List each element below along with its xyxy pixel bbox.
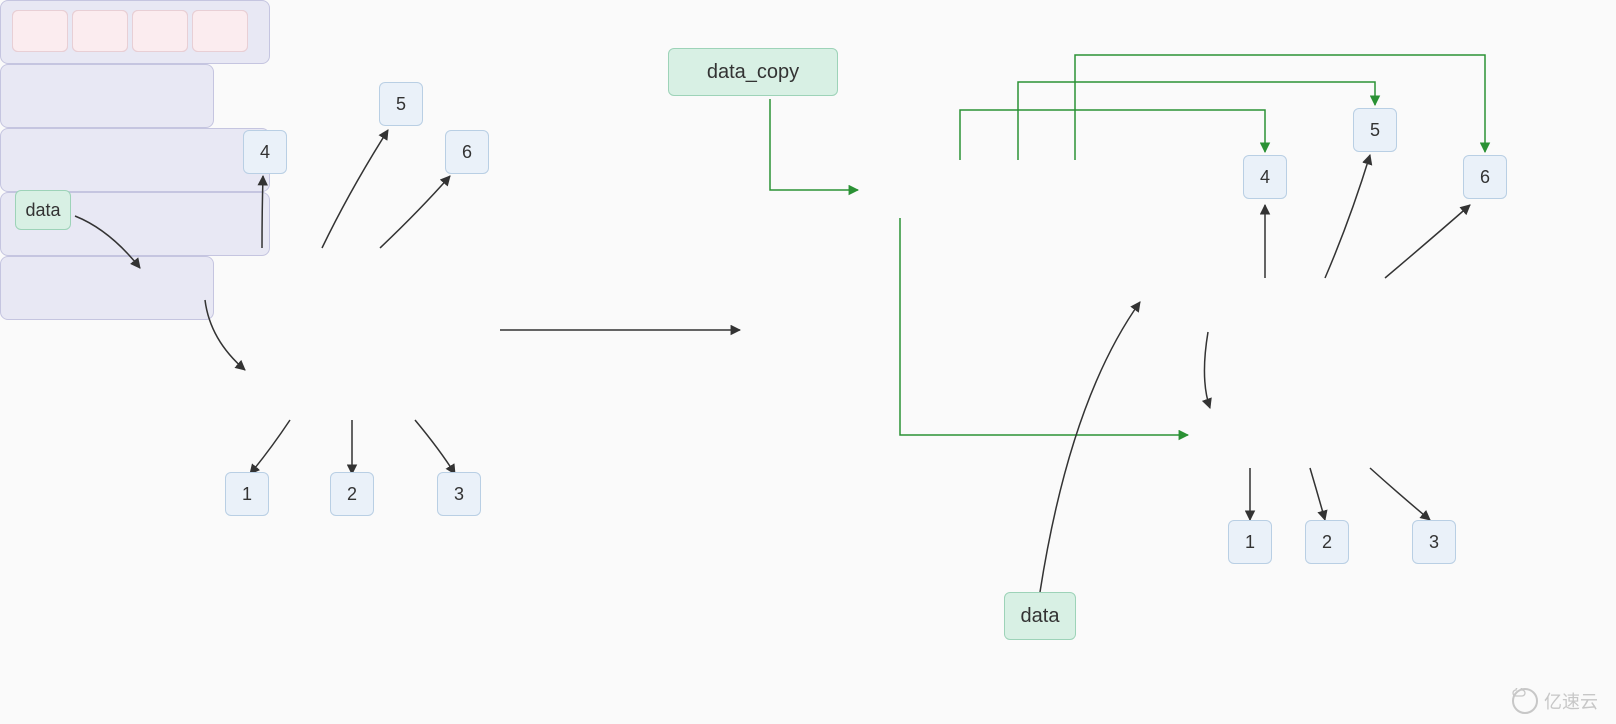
num-4-left: 4 xyxy=(243,130,287,174)
num-2-right: 2 xyxy=(1305,520,1349,564)
data-label-left: data xyxy=(15,190,71,230)
data-label-right: data xyxy=(1004,592,1076,640)
num-2-left: 2 xyxy=(330,472,374,516)
slot xyxy=(72,10,128,52)
num-1-left: 1 xyxy=(225,472,269,516)
num-6-right: 6 xyxy=(1463,155,1507,199)
cloud-icon xyxy=(1512,688,1538,714)
data-copy-label: data_copy xyxy=(668,48,838,96)
slot xyxy=(12,10,68,52)
watermark-text: 亿速云 xyxy=(1544,688,1598,714)
slot xyxy=(192,10,248,52)
num-3-right: 3 xyxy=(1412,520,1456,564)
num-5-left: 5 xyxy=(379,82,423,126)
slot xyxy=(132,10,188,52)
num-1-right: 1 xyxy=(1228,520,1272,564)
num-3-left: 3 xyxy=(437,472,481,516)
num-6-left: 6 xyxy=(445,130,489,174)
num-4-right: 4 xyxy=(1243,155,1287,199)
watermark: 亿速云 xyxy=(1512,688,1598,714)
num-5-right: 5 xyxy=(1353,108,1397,152)
